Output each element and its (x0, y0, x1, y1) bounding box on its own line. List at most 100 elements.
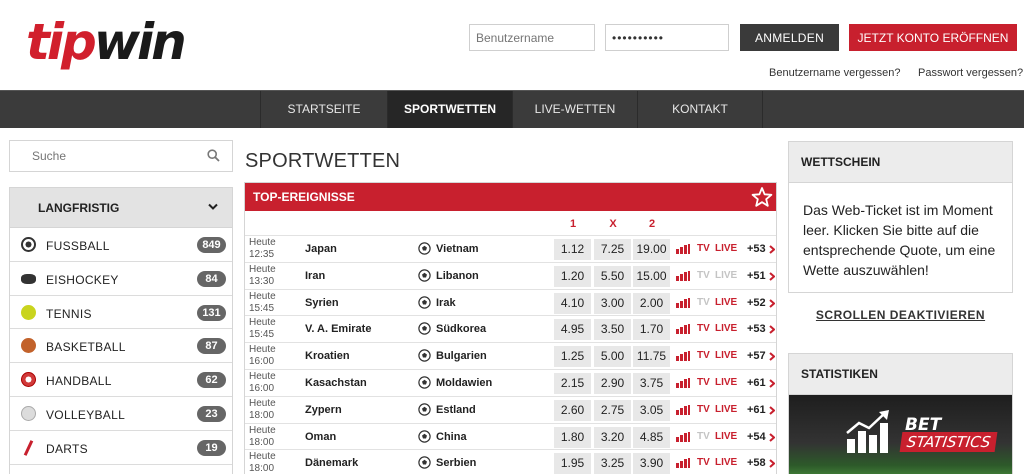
event-row[interactable]: Heute 16:00 Kroatien Bulgarien 1.25 5.00 11.75… (245, 342, 776, 369)
event-row[interactable]: Heute 12:35 Japan Vietnam 1.12 7.25 19.00 TV LIV… (245, 235, 776, 262)
odd-button-1[interactable]: 1.12 (554, 239, 591, 260)
sidebar-header-langfristig[interactable]: LANGFRISTIG (10, 188, 232, 228)
chevron-right-icon[interactable] (769, 325, 775, 335)
chevron-right-icon[interactable] (769, 352, 775, 361)
odd-button-1[interactable]: 4.95 (554, 319, 591, 341)
odd-button-x[interactable]: 7.25 (594, 239, 631, 260)
sidebar-item-tennis[interactable]: TENNIS 131 (10, 295, 232, 330)
odd-button-x[interactable]: 2.75 (594, 399, 631, 421)
event-home-team[interactable]: V. A. Emirate (305, 323, 371, 335)
more-markets-link[interactable]: +53 (747, 323, 766, 335)
odd-button-x[interactable]: 3.25 (594, 453, 631, 474)
odd-button-2[interactable]: 3.05 (633, 399, 670, 421)
event-row[interactable]: Heute 15:45 Syrien Irak 4.10 3.00 2.00 TV LIVE +5… (245, 288, 776, 316)
event-away-team[interactable]: Bulgarien (436, 350, 487, 362)
event-row[interactable]: Heute 16:00 Kasachstan Moldawien 2.15 2.90 3.7… (245, 368, 776, 396)
event-away-team[interactable]: Estland (436, 404, 476, 416)
odd-button-2[interactable]: 2.00 (633, 292, 670, 314)
odd-button-x[interactable]: 3.20 (594, 426, 631, 448)
star-icon[interactable] (751, 186, 773, 208)
login-button[interactable]: ANMELDEN (740, 24, 839, 51)
bet-statistics-banner[interactable]: BET STATISTICS (789, 395, 1012, 474)
nav-item-startseite[interactable]: STARTSEITE (260, 91, 387, 128)
live-indicator[interactable]: LIVE (715, 431, 737, 442)
event-home-team[interactable]: Dänemark (305, 457, 358, 469)
odd-button-2[interactable]: 4.85 (633, 426, 670, 448)
stats-bars-icon[interactable] (676, 324, 690, 335)
odd-button-1[interactable]: 2.15 (554, 372, 591, 394)
event-away-team[interactable]: Serbien (436, 457, 476, 469)
tv-indicator[interactable]: TV (697, 431, 710, 442)
sidebar-item-volleyball[interactable]: VOLLEYBALL 23 (10, 396, 232, 431)
event-away-team[interactable]: Moldawien (436, 377, 492, 389)
odd-button-1[interactable]: 1.25 (554, 346, 591, 368)
sidebar-item-fussball[interactable]: FUSSBALL 849 (10, 228, 232, 262)
odd-button-1[interactable]: 1.80 (554, 426, 591, 448)
odd-button-2[interactable]: 11.75 (633, 346, 670, 368)
event-away-team[interactable]: China (436, 431, 467, 443)
event-home-team[interactable]: Iran (305, 270, 325, 282)
live-indicator[interactable]: LIVE (715, 270, 737, 281)
odd-button-x[interactable]: 2.90 (594, 372, 631, 394)
more-markets-link[interactable]: +57 (747, 350, 766, 362)
more-markets-link[interactable]: +61 (747, 404, 766, 416)
odd-button-2[interactable]: 3.75 (633, 372, 670, 394)
tv-indicator[interactable]: TV (697, 350, 710, 361)
odd-button-x[interactable]: 5.50 (594, 265, 631, 287)
sidebar-item-darts[interactable]: DARTS 19 (10, 430, 232, 465)
event-home-team[interactable]: Japan (305, 243, 337, 255)
live-indicator[interactable]: LIVE (715, 404, 737, 415)
sidebar-item-eishockey[interactable]: EISHOCKEY 84 (10, 261, 232, 296)
event-home-team[interactable]: Oman (305, 431, 336, 443)
password-input[interactable] (605, 24, 729, 51)
live-indicator[interactable]: LIVE (715, 243, 737, 254)
scroll-toggle-link[interactable]: SCROLLEN DEAKTIVIEREN (788, 308, 1013, 322)
tv-indicator[interactable]: TV (697, 270, 710, 281)
nav-item-sportwetten[interactable]: SPORTWETTEN (387, 91, 512, 128)
stats-bars-icon[interactable] (676, 458, 690, 469)
stats-bars-icon[interactable] (676, 351, 690, 362)
event-row[interactable]: Heute 15:45 V. A. Emirate Südkorea 4.95 3.50 1… (245, 315, 776, 343)
forgot-password-link[interactable]: Passwort vergessen? (918, 67, 1023, 79)
forgot-username-link[interactable]: Benutzername vergessen? (769, 67, 900, 79)
event-home-team[interactable]: Kasachstan (305, 377, 367, 389)
odd-button-1[interactable]: 2.60 (554, 399, 591, 421)
tv-indicator[interactable]: TV (697, 404, 710, 415)
chevron-right-icon[interactable] (769, 272, 775, 281)
chevron-right-icon[interactable] (769, 406, 775, 415)
event-away-team[interactable]: Irak (436, 297, 456, 309)
odd-button-1[interactable]: 1.20 (554, 265, 591, 287)
odd-button-1[interactable]: 1.95 (554, 453, 591, 474)
chevron-right-icon[interactable] (769, 459, 775, 469)
live-indicator[interactable]: LIVE (715, 297, 737, 308)
more-markets-link[interactable]: +54 (747, 431, 766, 443)
more-markets-link[interactable]: +61 (747, 377, 766, 389)
event-home-team[interactable]: Kroatien (305, 350, 350, 362)
sidebar-item-basketball[interactable]: BASKETBALL 87 (10, 329, 232, 364)
event-away-team[interactable]: Südkorea (436, 323, 486, 335)
event-row[interactable]: Heute 18:00 Zypern Estland 2.60 2.75 3.05 TV LIV… (245, 395, 776, 423)
more-markets-link[interactable]: +53 (747, 243, 766, 255)
odd-button-2[interactable]: 19.00 (633, 239, 670, 260)
sidebar-item-handball[interactable]: HANDBALL 62 (10, 363, 232, 397)
stats-bars-icon[interactable] (676, 431, 690, 442)
stats-bars-icon[interactable] (676, 404, 690, 415)
search-input[interactable] (10, 141, 200, 171)
more-markets-link[interactable]: +58 (747, 457, 766, 469)
event-away-team[interactable]: Vietnam (436, 243, 479, 255)
stats-bars-icon[interactable] (676, 377, 690, 388)
tv-indicator[interactable]: TV (697, 457, 710, 468)
more-markets-link[interactable]: +52 (747, 297, 766, 309)
chevron-right-icon[interactable] (769, 432, 775, 442)
stats-bars-icon[interactable] (676, 270, 690, 281)
odd-button-1[interactable]: 4.10 (554, 292, 591, 314)
event-away-team[interactable]: Libanon (436, 270, 479, 282)
live-indicator[interactable]: LIVE (715, 350, 737, 361)
odd-button-2[interactable]: 1.70 (633, 319, 670, 341)
stats-bars-icon[interactable] (676, 297, 690, 308)
register-button[interactable]: JETZT KONTO ERÖFFNEN (849, 24, 1017, 51)
live-indicator[interactable]: LIVE (715, 457, 737, 468)
event-row[interactable]: Heute 13:30 Iran Libanon 1.20 5.50 15.00 TV LIVE… (245, 261, 776, 289)
odd-button-x[interactable]: 3.00 (594, 292, 631, 314)
nav-item-live-wetten[interactable]: LIVE-WETTEN (512, 91, 637, 128)
